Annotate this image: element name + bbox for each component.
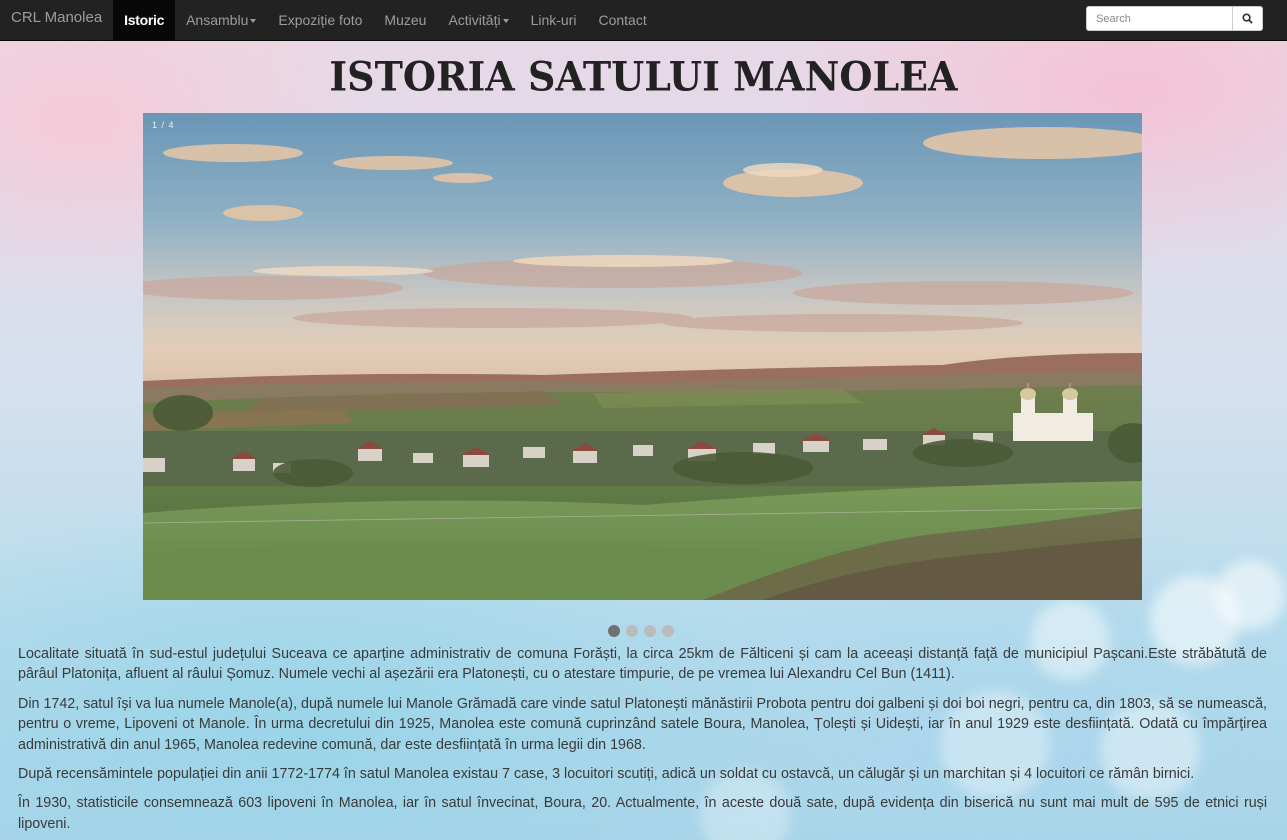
- carousel-dot-1[interactable]: [608, 625, 620, 637]
- brand-link[interactable]: CRL Manolea: [0, 0, 113, 40]
- bokeh-light: [1215, 560, 1285, 630]
- paragraph: Din 1742, satul își va lua numele Manole…: [18, 695, 1267, 753]
- paragraph: După recensămintele populației din anii …: [18, 766, 1195, 783]
- nav-item-istoric[interactable]: Istoric: [113, 0, 176, 40]
- top-navbar: CRL Manolea Istoric Ansamblu Expoziție f…: [0, 0, 1287, 41]
- nav-item-label: Expoziție foto: [278, 12, 363, 28]
- search-input[interactable]: [1086, 6, 1233, 31]
- history-text: Localitate situată în sud-estul județulu…: [18, 644, 1267, 840]
- nav-item-label: Link-uri: [530, 12, 577, 28]
- search-button[interactable]: [1233, 6, 1263, 31]
- nav-item-label: Contact: [598, 12, 647, 28]
- nav-item-label: Muzeu: [384, 12, 427, 28]
- caret-down-icon: [502, 19, 509, 23]
- slide-image-village-landscape: [143, 113, 1142, 600]
- paragraph: În 1930, statisticile consemnează 603 li…: [18, 795, 1267, 832]
- nav-menu: Istoric Ansamblu Expoziție foto Muzeu Ac…: [113, 0, 658, 40]
- carousel-dot-3[interactable]: [644, 625, 656, 637]
- search-form: [1086, 6, 1263, 31]
- paragraph: Localitate situată în sud-estul județulu…: [18, 646, 1267, 683]
- nav-item-expozitie-foto[interactable]: Expoziție foto: [267, 0, 373, 40]
- page-title: ISTORIA SATULUI MANOLEA: [329, 52, 958, 101]
- carousel-dot-2[interactable]: [626, 625, 638, 637]
- nav-item-muzeu[interactable]: Muzeu: [373, 0, 437, 40]
- nav-item-contact[interactable]: Contact: [587, 0, 657, 40]
- nav-item-link-uri[interactable]: Link-uri: [520, 0, 588, 40]
- carousel-indicators: [608, 625, 674, 637]
- slide-counter: 1 / 4: [152, 120, 175, 130]
- nav-item-ansamblu[interactable]: Ansamblu: [175, 0, 267, 40]
- nav-item-label: Activități: [448, 12, 501, 28]
- nav-item-activitati[interactable]: Activități: [437, 0, 519, 40]
- nav-item-label: Istoric: [124, 12, 165, 28]
- carousel-dot-4[interactable]: [662, 625, 674, 637]
- caret-down-icon: [250, 19, 257, 23]
- nav-item-label: Ansamblu: [186, 12, 249, 28]
- search-icon: [1242, 13, 1253, 24]
- image-carousel[interactable]: 1 / 4: [143, 113, 1142, 600]
